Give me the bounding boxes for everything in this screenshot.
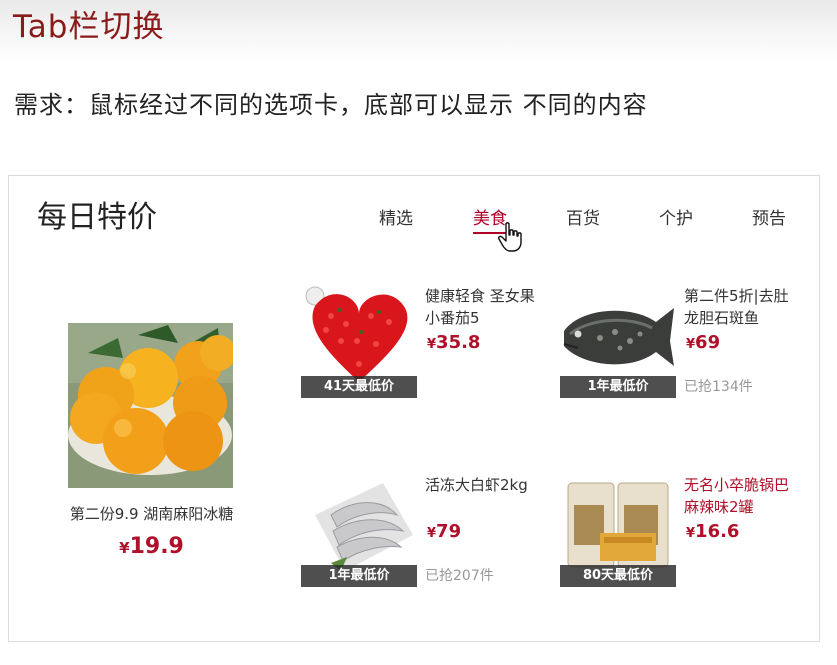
page-title: Tab栏切换 — [13, 9, 165, 45]
product-card[interactable]: 1年最低价 活冻大白虾2kg ¥79 已抢207件 — [301, 475, 551, 665]
product-price: ¥79 — [427, 521, 461, 542]
lowest-price-badge: 1年最低价 — [301, 565, 417, 587]
currency-symbol: ¥ — [119, 539, 130, 557]
price-value: 79 — [436, 521, 462, 542]
product-name[interactable]: 无名小卒脆锅巴麻辣味2罐 — [684, 474, 794, 518]
product-card[interactable]: 80天最低价 无名小卒脆锅巴麻辣味2罐 ¥16.6 — [560, 475, 810, 665]
oranges-image-icon — [68, 323, 233, 488]
price-value: 69 — [695, 332, 721, 353]
daily-deals-card: 每日特价 精选 美食 百货 个护 预告 第二份9.9 湖南麻阳冰糖 ¥19.9 … — [8, 175, 820, 642]
featured-product-image[interactable] — [68, 323, 233, 488]
featured-product-price: ¥19.9 — [44, 534, 259, 559]
hand-pointer-cursor-icon — [498, 222, 522, 252]
requirement-text: 需求：鼠标经过不同的选项卡，底部可以显示 不同的内容 — [14, 91, 648, 119]
tab-selected[interactable]: 精选 — [379, 206, 413, 232]
featured-product-name[interactable]: 第二份9.9 湖南麻阳冰糖 — [44, 503, 259, 525]
tab-general-goods[interactable]: 百货 — [566, 206, 600, 232]
product-price: ¥16.6 — [686, 521, 739, 542]
sold-count: 已抢134件 — [684, 379, 753, 395]
currency-symbol: ¥ — [427, 337, 437, 352]
lowest-price-badge: 1年最低价 — [560, 376, 676, 398]
product-name[interactable]: 健康轻食 圣女果小番茄5 — [425, 285, 535, 329]
product-card[interactable]: 41天最低价 健康轻食 圣女果小番茄5 ¥35.8 — [301, 286, 551, 476]
price-value: 19.9 — [129, 534, 184, 559]
card-title: 每日特价 — [37, 200, 157, 235]
product-price: ¥35.8 — [427, 332, 480, 353]
tab-personal-care[interactable]: 个护 — [659, 206, 693, 232]
product-name[interactable]: 第二件5折|去肚龙胆石斑鱼 — [684, 285, 794, 329]
currency-symbol: ¥ — [427, 526, 437, 541]
product-name[interactable]: 活冻大白虾2kg — [425, 474, 535, 496]
currency-symbol: ¥ — [686, 526, 696, 541]
lowest-price-badge: 41天最低价 — [301, 376, 417, 398]
tab-preview[interactable]: 预告 — [752, 206, 786, 232]
sold-count: 已抢207件 — [425, 568, 494, 584]
lowest-price-badge: 80天最低价 — [560, 565, 676, 587]
price-value: 35.8 — [436, 332, 481, 353]
product-price: ¥69 — [686, 332, 720, 353]
product-card[interactable]: 1年最低价 第二件5折|去肚龙胆石斑鱼 ¥69 已抢134件 — [560, 286, 810, 476]
price-value: 16.6 — [695, 521, 740, 542]
currency-symbol: ¥ — [686, 337, 696, 352]
